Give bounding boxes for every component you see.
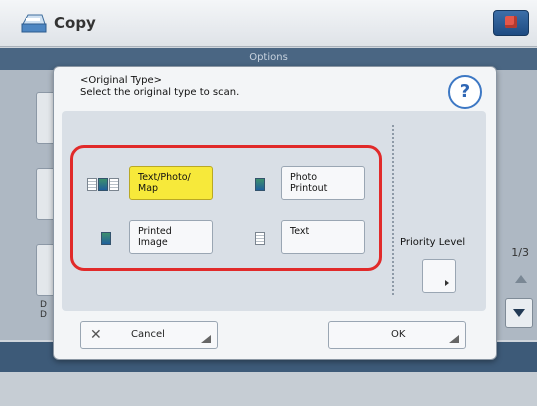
priority-level-label: Priority Level [400, 237, 466, 248]
scroll-down-button[interactable] [505, 298, 533, 328]
dialog-subtitle: Select the original type to scan. [80, 87, 240, 98]
close-icon: ✕ [90, 327, 102, 343]
text-photo-map-icon [87, 178, 120, 192]
option-photo-printout[interactable]: Photo Printout [281, 166, 365, 200]
chevron-down-icon [513, 309, 525, 317]
option-text-photo-map[interactable]: Text/Photo/ Map [129, 166, 213, 200]
dialog-title: <Original Type> Select the original type… [80, 75, 239, 99]
cancel-button[interactable]: ✕ Cancel [80, 321, 218, 349]
option-label: Printed Image [138, 226, 172, 248]
option-text[interactable]: Text [281, 220, 365, 254]
bottom-bar [0, 372, 537, 406]
option-label: Text [290, 226, 310, 237]
printed-image-icon [101, 232, 112, 246]
triangle-icon [445, 280, 449, 286]
page-indicator: 1/3 [511, 246, 529, 259]
option-label: Text/Photo/ Map [138, 172, 191, 194]
status-button[interactable] [493, 10, 529, 36]
corner-icon [201, 335, 211, 343]
corner-icon [449, 335, 459, 343]
copy-machine-icon [21, 14, 47, 33]
top-bar: Copy [0, 0, 537, 47]
priority-level-button[interactable] [422, 259, 456, 293]
original-type-dialog: <Original Type> Select the original type… [53, 66, 497, 360]
option-printed-image[interactable]: Printed Image [129, 220, 213, 254]
text-document-icon [255, 232, 266, 246]
cube-icon [505, 16, 517, 28]
background-side-text: DD [40, 300, 47, 320]
ok-label: OK [391, 329, 406, 340]
app-title: Copy [54, 14, 96, 32]
photo-printout-icon [255, 178, 266, 192]
cancel-label: Cancel [131, 329, 165, 340]
option-label: Photo Printout [290, 172, 328, 194]
scroll-up-icon[interactable] [515, 275, 527, 283]
divider [392, 125, 394, 295]
dialog-heading: <Original Type> [80, 75, 163, 86]
options-panel: Text/Photo/ Map Photo Printout Printed I… [62, 111, 486, 311]
highlight-box: Text/Photo/ Map Photo Printout Printed I… [70, 145, 382, 271]
options-label: Options [249, 52, 288, 63]
copy-screen: Copy Options DD 1/3 <Original Type> Sele… [0, 0, 537, 406]
help-button[interactable]: ? [448, 75, 482, 109]
ok-button[interactable]: OK [328, 321, 466, 349]
